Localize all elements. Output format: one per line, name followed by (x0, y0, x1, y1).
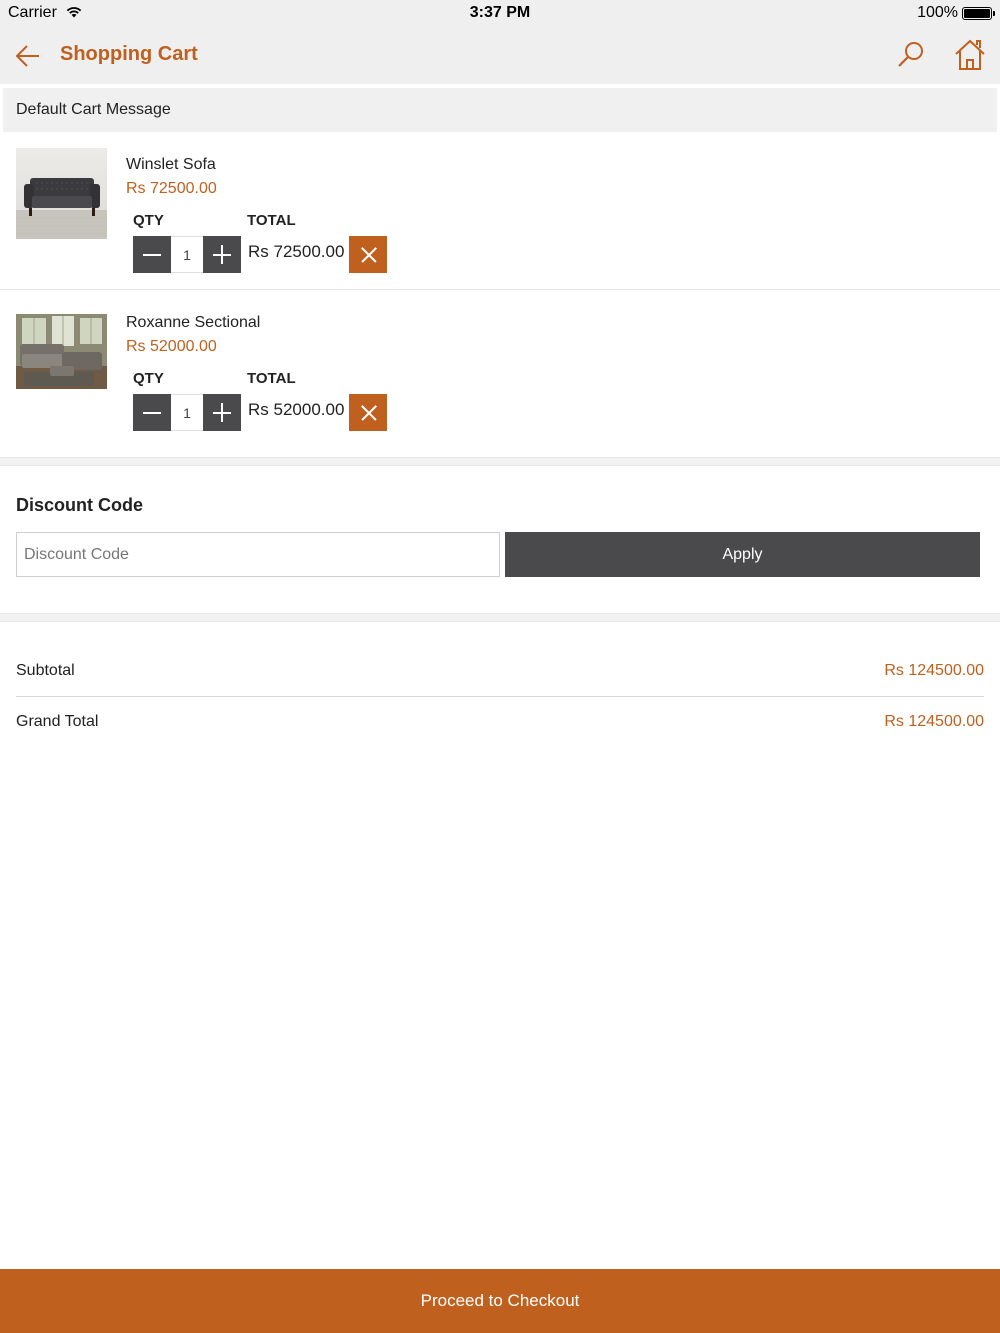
subtotal-label: Subtotal (16, 662, 75, 679)
qty-label: QTY (133, 212, 164, 229)
subtotal-value: Rs 124500.00 (884, 662, 984, 679)
cart-message: Default Cart Message (3, 88, 997, 132)
page-title: Shopping Cart (60, 43, 198, 65)
proceed-to-checkout-button[interactable]: Proceed to Checkout (0, 1269, 1000, 1333)
remove-item-button[interactable] (349, 394, 387, 431)
cart-item: Roxanne Sectional Rs 52000.00 QTY TOTAL … (0, 290, 1000, 457)
search-icon[interactable] (896, 40, 926, 70)
qty-value[interactable]: 1 (171, 394, 203, 431)
product-price: Rs 72500.00 (126, 180, 217, 197)
minus-icon (143, 412, 161, 414)
product-name[interactable]: Roxanne Sectional (126, 314, 260, 332)
section-separator (0, 613, 1000, 622)
decrease-qty-button[interactable] (133, 394, 171, 431)
product-name[interactable]: Winslet Sofa (126, 156, 216, 174)
status-bar: Carrier 3:37 PM 100% (0, 0, 1000, 28)
cart-message-text: Default Cart Message (16, 101, 171, 118)
grand-total-value: Rs 124500.00 (884, 713, 984, 730)
clock: 3:37 PM (469, 4, 531, 21)
home-icon[interactable] (953, 39, 987, 71)
arrow-left-icon[interactable] (14, 42, 42, 70)
grand-total-label: Grand Total (16, 713, 99, 730)
decrease-qty-button[interactable] (133, 236, 171, 273)
product-price: Rs 52000.00 (126, 338, 217, 355)
battery-icon (962, 7, 995, 20)
total-label: TOTAL (247, 370, 296, 387)
discount-title: Discount Code (16, 495, 144, 515)
discount-code-input[interactable] (16, 532, 500, 577)
apply-button[interactable]: Apply (505, 532, 980, 577)
battery-percent: 100% (917, 4, 958, 21)
product-image (16, 314, 107, 389)
total-label: TOTAL (247, 212, 296, 229)
increase-qty-button[interactable] (203, 236, 241, 273)
line-total: Rs 52000.00 (248, 400, 345, 419)
remove-item-button[interactable] (349, 236, 387, 273)
cart-item: Winslet Sofa Rs 72500.00 QTY TOTAL 1 Rs … (0, 132, 1000, 289)
qty-value[interactable]: 1 (171, 236, 203, 273)
increase-qty-button[interactable] (203, 394, 241, 431)
section-separator (0, 457, 1000, 466)
divider (16, 696, 984, 697)
navigation-bar: Shopping Cart (0, 28, 1000, 84)
minus-icon (143, 254, 161, 256)
qty-label: QTY (133, 370, 164, 387)
quantity-stepper: 1 (133, 236, 241, 273)
line-total: Rs 72500.00 (248, 242, 345, 261)
quantity-stepper: 1 (133, 394, 241, 431)
product-image (16, 148, 107, 239)
